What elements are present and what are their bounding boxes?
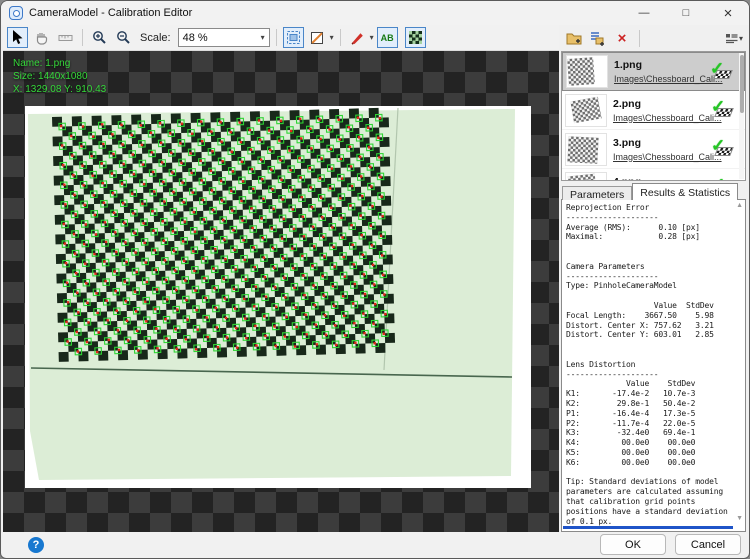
- measure-tool-button[interactable]: [55, 27, 76, 48]
- image-path-link[interactable]: Images\Chessboard_Cali...: [613, 113, 711, 123]
- bottom-bar: ? OK Cancel: [2, 532, 748, 557]
- calibration-success-icon: ✓: [710, 63, 734, 81]
- image-info-overlay: Name: 1.png Size: 1440x1080 X: 1329.08 Y…: [13, 57, 106, 96]
- scale-label: Scale:: [140, 32, 171, 44]
- scale-combobox[interactable]: 48 % ▾: [178, 28, 270, 47]
- image-name: 3.png: [613, 137, 711, 149]
- list-item[interactable]: 1.png Images\Chessboard_Cali... ✓: [562, 52, 745, 91]
- image-name: 1.png: [614, 59, 710, 71]
- image-list-toolbar: × ▾: [561, 25, 746, 51]
- scroll-up-icon[interactable]: ▲: [736, 202, 743, 209]
- tab-parameters[interactable]: Parameters: [562, 186, 632, 200]
- cancel-button[interactable]: Cancel: [675, 534, 741, 555]
- list-item[interactable]: 3.png Images\Chessboard_Cali... ✓: [562, 130, 745, 169]
- scrollbar-thumb[interactable]: [740, 55, 744, 113]
- remove-image-button[interactable]: ×: [612, 28, 632, 48]
- chevron-down-icon[interactable]: ▾: [261, 33, 265, 42]
- maximize-button[interactable]: □: [665, 1, 707, 25]
- tab-results-statistics[interactable]: Results & Statistics: [632, 183, 738, 200]
- toolbar-separator: [82, 29, 83, 46]
- pan-tool-button[interactable]: [31, 27, 52, 48]
- image-name: 4.png: [613, 176, 711, 182]
- right-panel: × ▾ 1.png Images\Chessboard_Cali... ✓: [561, 25, 746, 532]
- add-image-sequence-button[interactable]: [588, 28, 608, 48]
- add-sequence-icon: [590, 30, 606, 46]
- list-item[interactable]: 4.png Images\Chessboard_Cali... ✓: [562, 169, 745, 181]
- add-image-icon: [566, 30, 582, 46]
- show-pattern-button[interactable]: [405, 27, 426, 48]
- red-pen-icon: [350, 30, 365, 45]
- checkerboard-icon: [409, 31, 422, 44]
- help-button[interactable]: ?: [28, 537, 44, 553]
- calibration-editor-window: CameraModel - Calibration Editor — □ ×: [0, 0, 750, 559]
- toolbar-separator: [639, 30, 640, 47]
- main-toolbar: Scale: 48 % ▾ ▾ ▾ AB: [3, 25, 559, 51]
- ok-button[interactable]: OK: [600, 534, 666, 555]
- image-thumbnail: [565, 94, 607, 127]
- scroll-down-icon[interactable]: ▼: [736, 515, 743, 522]
- draw-region-button[interactable]: [347, 27, 368, 48]
- zoom-in-icon: [92, 30, 107, 45]
- image-name-text: Name: 1.png: [13, 57, 106, 70]
- add-image-button[interactable]: [564, 28, 584, 48]
- list-item[interactable]: 2.png Images\Chessboard_Cali... ✓: [562, 91, 745, 130]
- image-thumbnail: [565, 133, 607, 166]
- show-labels-button[interactable]: AB: [377, 27, 398, 48]
- hand-icon: [34, 30, 49, 45]
- toolbar-separator: [276, 29, 277, 46]
- toolbar-separator: [340, 29, 341, 46]
- image-thumbnail: [566, 55, 608, 88]
- calibration-progress-bar: [563, 526, 733, 529]
- zoom-out-icon: [116, 30, 131, 45]
- no-fill-icon: [310, 31, 324, 45]
- image-path-link[interactable]: Images\Chessboard_Cali...: [613, 152, 711, 162]
- cursor-arrow-icon: [11, 30, 24, 45]
- image-viewport[interactable]: Name: 1.png Size: 1440x1080 X: 1329.08 Y…: [3, 51, 559, 532]
- chevron-down-icon: ▾: [739, 34, 743, 43]
- list-view-options-button[interactable]: ▾: [725, 33, 743, 44]
- minimize-button[interactable]: —: [623, 1, 665, 25]
- window-title: CameraModel - Calibration Editor: [29, 7, 192, 19]
- ab-labels-icon: AB: [381, 33, 394, 43]
- results-tabs: Parameters Results & Statistics: [561, 183, 746, 200]
- image-size-text: Size: 1440x1080: [13, 70, 106, 83]
- results-text: Reprojection Error -------------------- …: [566, 203, 732, 526]
- calibration-image[interactable]: [25, 106, 531, 488]
- select-tool-button[interactable]: [7, 27, 28, 48]
- calibration-success-icon: ✓: [711, 101, 735, 119]
- title-bar[interactable]: CameraModel - Calibration Editor — □ ×: [1, 1, 749, 25]
- cursor-coords-text: X: 1329.08 Y: 910.43: [13, 83, 106, 96]
- fit-image-button[interactable]: [283, 27, 304, 48]
- scale-value: 48 %: [183, 32, 208, 44]
- list-scrollbar[interactable]: [739, 53, 744, 179]
- zoom-out-button[interactable]: [113, 27, 134, 48]
- calibration-success-icon: ✓: [711, 140, 735, 158]
- results-statistics-panel: Reprojection Error -------------------- …: [561, 199, 746, 532]
- ruler-icon: [58, 30, 73, 45]
- fit-image-icon: [286, 30, 301, 45]
- chevron-down-icon[interactable]: ▾: [330, 33, 334, 42]
- image-thumbnail: [565, 172, 607, 182]
- app-icon: [9, 6, 23, 20]
- background-mode-button[interactable]: [307, 27, 328, 48]
- chevron-down-icon[interactable]: ▾: [370, 33, 374, 42]
- calibration-success-icon: ✓: [711, 179, 735, 181]
- image-name: 2.png: [613, 98, 711, 110]
- close-button[interactable]: ×: [707, 1, 749, 25]
- image-path-link[interactable]: Images\Chessboard_Cali...: [614, 74, 710, 84]
- zoom-in-button[interactable]: [89, 27, 110, 48]
- calibration-image-list: 1.png Images\Chessboard_Cali... ✓ 2.png …: [561, 51, 746, 181]
- list-view-icon: [725, 33, 738, 44]
